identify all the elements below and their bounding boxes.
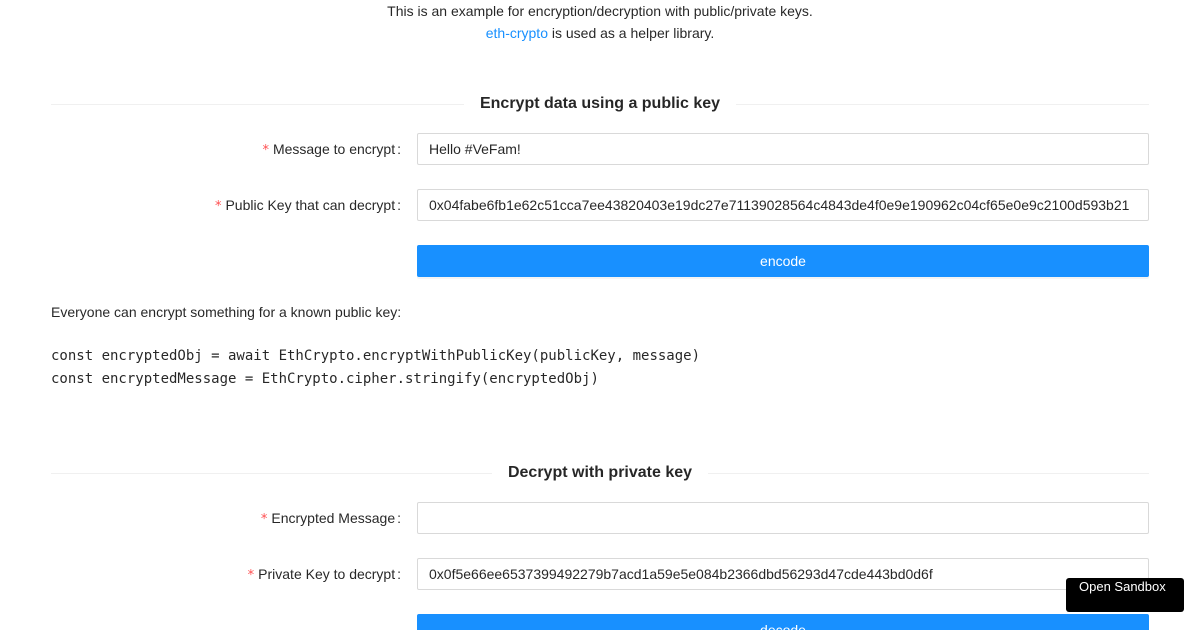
encrypted-message-input[interactable]	[417, 502, 1149, 534]
encrypt-divider: Encrypt data using a public key	[51, 93, 1149, 115]
pubkey-label: * Public Key that can decrypt:	[214, 197, 401, 214]
required-mark: *	[214, 199, 222, 214]
decrypt-section-title: Decrypt with private key	[507, 464, 693, 481]
required-mark: *	[260, 512, 268, 527]
encrypted-row: * Encrypted Message:	[51, 502, 1149, 534]
intro-line-2: eth-crypto is used as a helper library.	[0, 22, 1200, 44]
required-mark: *	[262, 143, 269, 158]
message-label: * Message to encrypt:	[262, 141, 401, 158]
encode-button[interactable]: encode	[417, 245, 1149, 277]
decrypt-divider: Decrypt with private key	[51, 462, 1149, 484]
eth-crypto-link[interactable]: eth-crypto	[486, 25, 548, 41]
decode-button[interactable]: decode	[417, 614, 1149, 630]
intro-text: This is an example for encryption/decryp…	[387, 3, 813, 19]
intro-text-2: is used as a helper library.	[547, 25, 715, 41]
encrypted-label: * Encrypted Message:	[260, 510, 401, 527]
message-row: * Message to encrypt: Hello #VeFam!	[51, 133, 1149, 165]
intro-line-1: This is an example for encryption/decryp…	[0, 0, 1200, 22]
page: This is an example for encryption/decryp…	[0, 0, 1200, 630]
privkey-input[interactable]: 0x0f5e66ee6537399492279b7acd1a59e5e084b2…	[417, 558, 1149, 590]
code-line-2: const encryptedMessage = EthCrypto.ciphe…	[51, 371, 599, 387]
privkey-row: * Private Key to decrypt: 0x0f5e66ee65373…	[51, 558, 1149, 590]
required-mark: *	[247, 568, 255, 583]
encrypt-note: Everyone can encrypt something for a kno…	[51, 304, 402, 320]
open-sandbox-button[interactable]: Open Sandbox	[1066, 578, 1184, 612]
code-line-1: const encryptedObj = await EthCrypto.enc…	[51, 348, 701, 364]
pubkey-row: * Public Key that can decrypt: 0x04fabe6f…	[51, 189, 1149, 221]
encrypt-section-title: Encrypt data using a public key	[479, 95, 721, 112]
pubkey-input[interactable]: 0x04fabe6fb1e62c51cca7ee43820403e19dc27e…	[417, 189, 1149, 221]
message-input[interactable]: Hello #VeFam!	[417, 133, 1149, 165]
privkey-label: * Private Key to decrypt:	[247, 566, 401, 583]
